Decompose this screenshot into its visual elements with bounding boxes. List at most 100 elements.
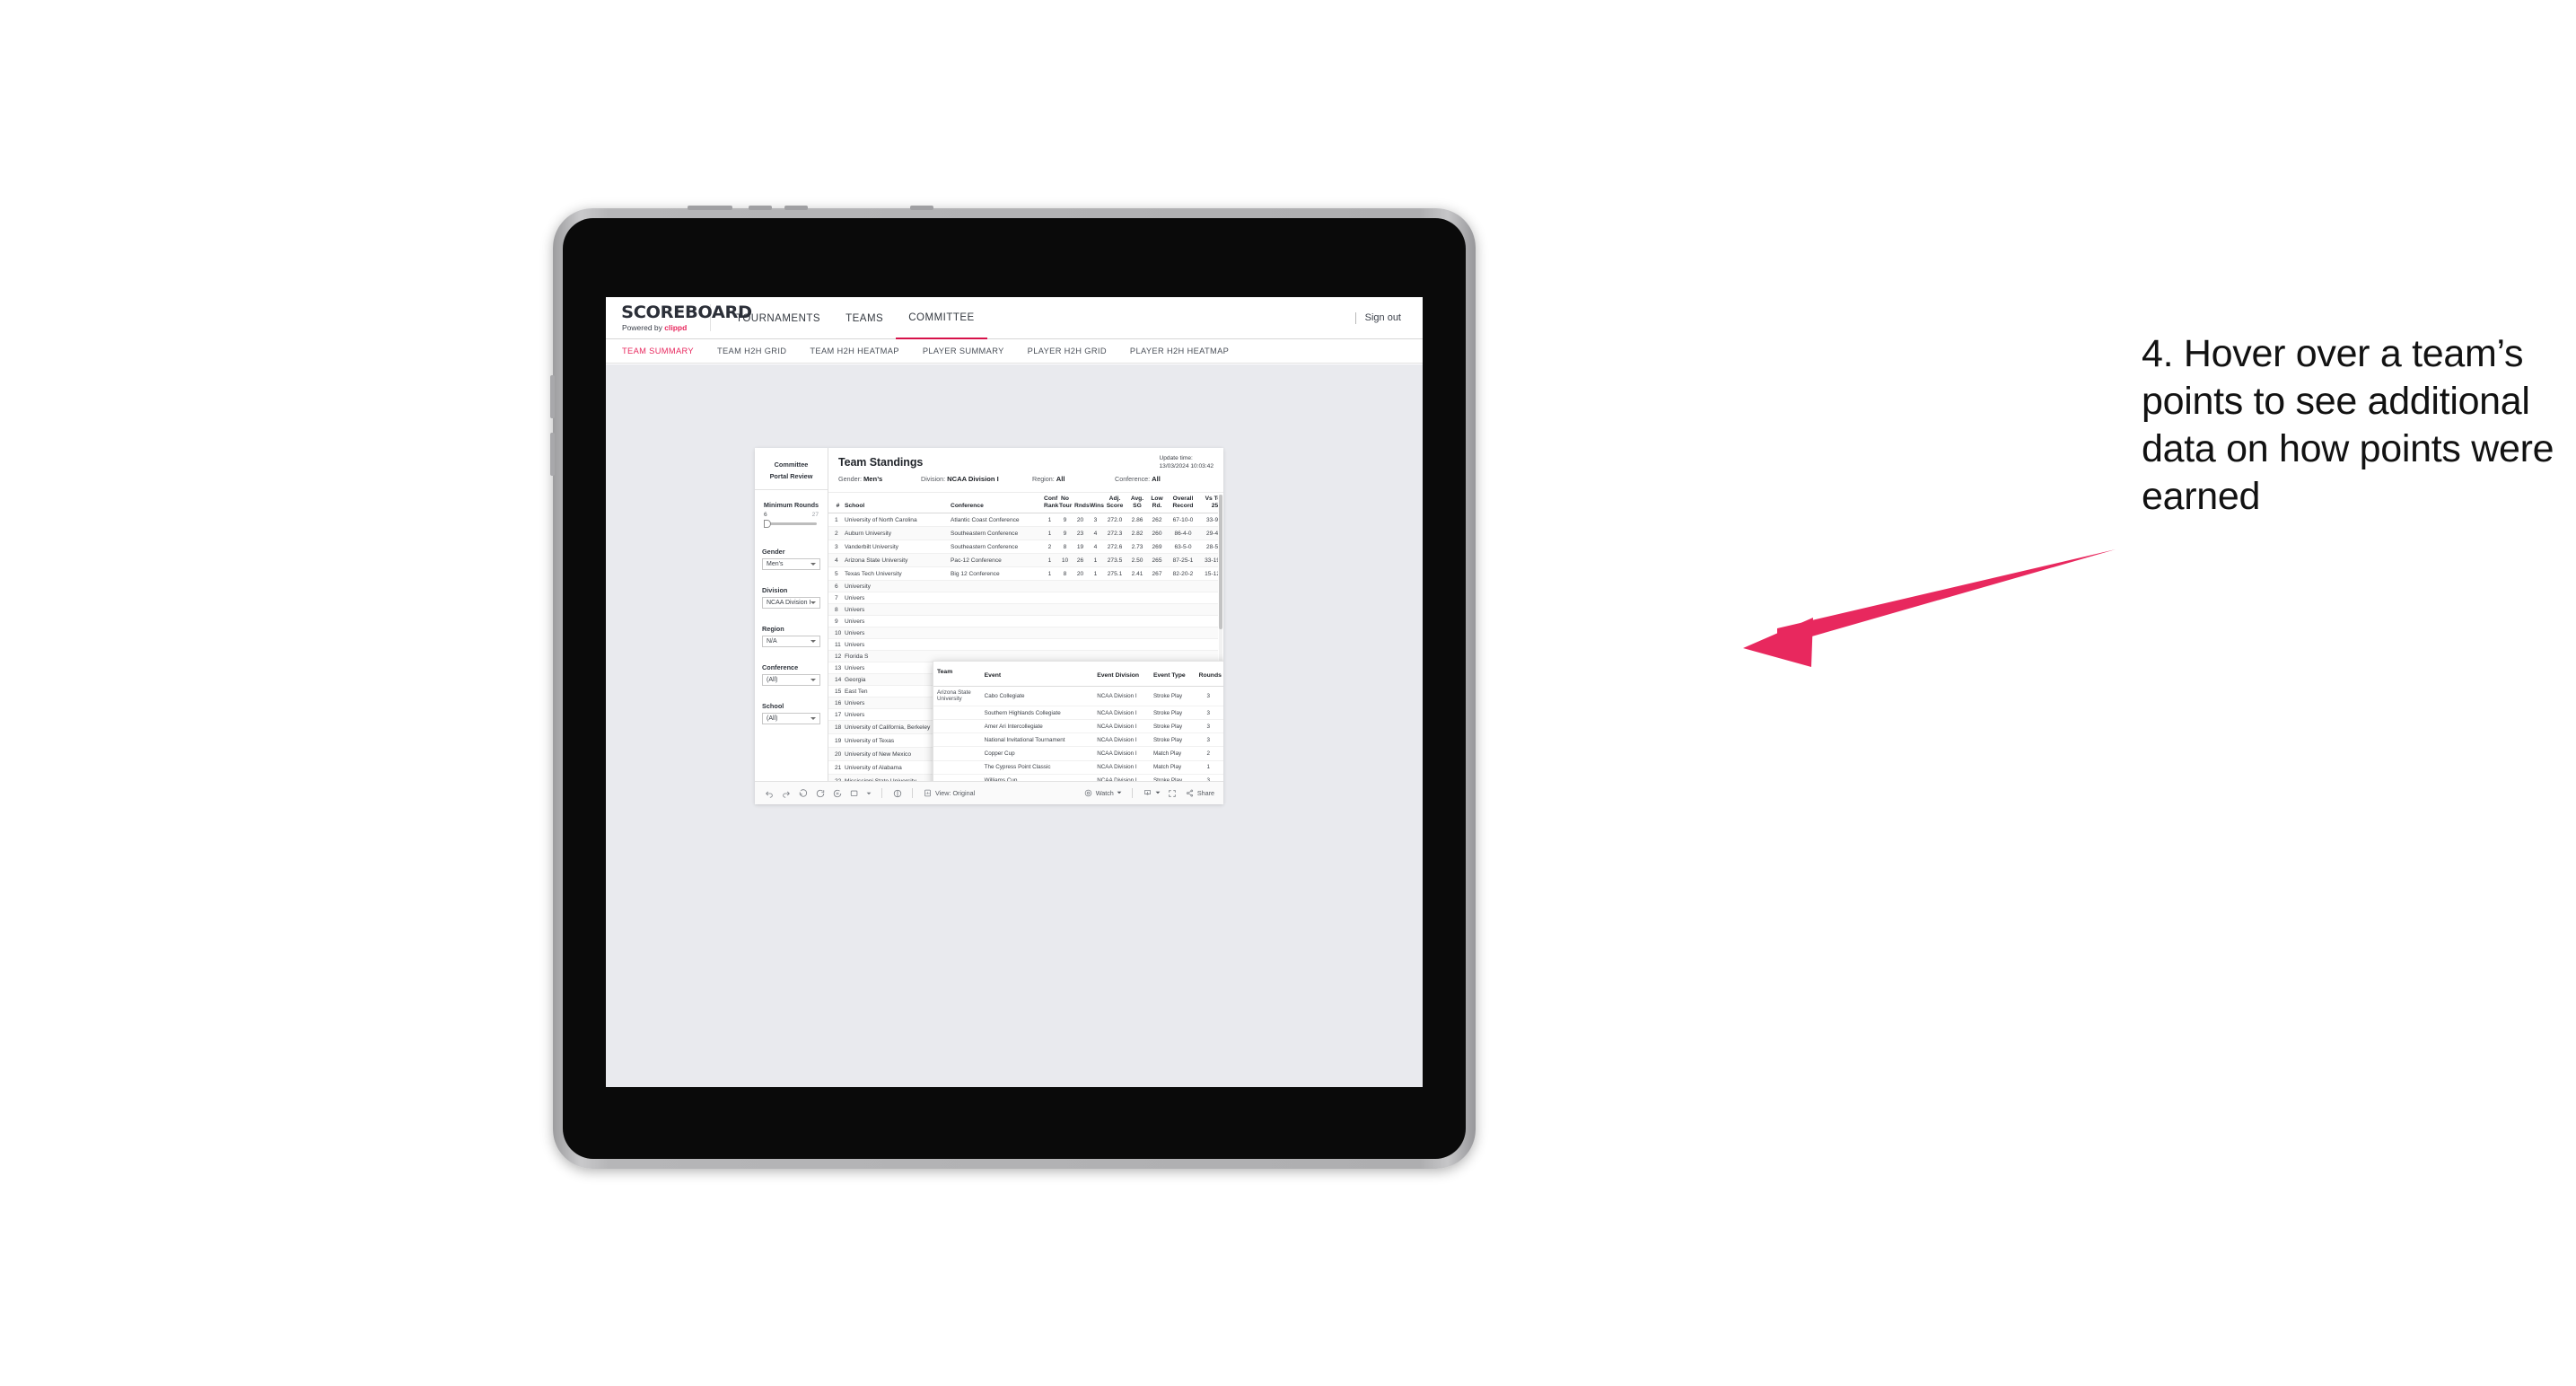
cell-rank: 6 — [828, 580, 843, 593]
cell-vs-top-25 — [1200, 615, 1218, 628]
cell-avg-sg: 2.50 — [1126, 553, 1148, 568]
table-row[interactable]: 11 Univers — [828, 638, 1218, 652]
dropdown-caret-icon[interactable] — [866, 788, 872, 798]
tooltip-team — [933, 732, 981, 748]
annotation-arrow — [1743, 549, 2116, 667]
table-row[interactable]: 6 University — [828, 580, 1218, 593]
cell-conf-rank — [1042, 592, 1057, 605]
tab-team-summary[interactable]: TEAM SUMMARY — [622, 346, 694, 355]
cell-avg-sg — [1126, 627, 1148, 640]
app-logo[interactable]: SCOREBOARD Powered by clippd — [606, 303, 752, 332]
table-row[interactable]: 5 Texas Tech University Big 12 Conference 1… — [828, 566, 1218, 582]
tooltip-row: National Invitational Tournament NCAA Div… — [933, 732, 1223, 748]
sign-out-divider — [1354, 311, 1356, 324]
cell-conference: Big 12 Conference — [949, 566, 1042, 582]
tab-player-h2h-grid[interactable]: PLAYER H2H GRID — [1028, 346, 1107, 355]
col-wins[interactable]: Wins — [1088, 493, 1104, 514]
undo-icon[interactable] — [764, 788, 774, 798]
filter-conference-select[interactable]: (All) — [762, 674, 820, 686]
table-row[interactable]: 4 Arizona State University Pac-12 Conferen… — [828, 553, 1218, 568]
col-avg-sg[interactable]: Avg. SG — [1126, 493, 1148, 514]
view-original-label: View: Original — [935, 789, 976, 797]
col-school[interactable]: School — [843, 493, 949, 514]
tab-team-h2h-heatmap[interactable]: TEAM H2H HEATMAP — [810, 346, 898, 355]
cell-adj-score: 272.3 — [1103, 526, 1126, 541]
filter-gender: Gender Men’s — [762, 548, 820, 570]
watch-button[interactable]: Watch — [1083, 788, 1122, 798]
cell-overall-record — [1166, 627, 1200, 640]
table-row[interactable]: 10 Univers — [828, 627, 1218, 640]
tooltip-rounds: 3 — [1195, 706, 1221, 721]
filter-region-select[interactable]: N/A — [762, 636, 820, 647]
tt-col-rounds: Rounds — [1195, 665, 1222, 687]
cell-rank: 4 — [828, 553, 843, 568]
col-no-tour[interactable]: No Tour — [1057, 493, 1073, 514]
table-row[interactable]: 1 University of North Carolina Atlantic Co… — [828, 513, 1218, 528]
fullscreen-icon[interactable] — [1168, 788, 1178, 798]
sign-out-area: Sign out — [1354, 311, 1423, 324]
toolbar-divider-3 — [1131, 788, 1133, 798]
col-overall-record[interactable]: Overall Record — [1166, 493, 1200, 514]
cell-rnds — [1073, 603, 1088, 617]
col-rnds[interactable]: Rnds — [1073, 493, 1090, 514]
tab-player-summary[interactable]: PLAYER SUMMARY — [923, 346, 1004, 355]
refresh-icon[interactable] — [815, 788, 825, 798]
redo-icon[interactable] — [781, 788, 791, 798]
min-rounds-slider[interactable] — [762, 520, 820, 528]
cell-school: Univers — [843, 615, 949, 628]
cell-wins: 4 — [1088, 539, 1103, 555]
table-row[interactable]: 8 Univers — [828, 603, 1218, 617]
tab-team-h2h-grid[interactable]: TEAM H2H GRID — [717, 346, 786, 355]
tooltip-rank-impact: + 0 — [1220, 760, 1223, 775]
filter-school: School (All) — [762, 702, 820, 724]
scrollbar-thumb[interactable] — [1219, 495, 1222, 629]
nav-item-teams[interactable]: TEAMS — [833, 297, 896, 339]
cell-overall-record — [1166, 615, 1200, 628]
download-button[interactable] — [1143, 788, 1161, 798]
slider-handle[interactable] — [764, 520, 771, 528]
pause-auto-update-icon[interactable] — [832, 788, 842, 798]
cell-no-tour — [1057, 603, 1073, 617]
tab-player-h2h-heatmap[interactable]: PLAYER H2H HEATMAP — [1130, 346, 1229, 355]
filter-school-label: School — [762, 702, 784, 710]
device-button-top-3 — [784, 206, 808, 210]
slider-track — [766, 522, 817, 525]
sign-out-link[interactable]: Sign out — [1365, 312, 1401, 323]
cell-overall-record: 87-25-1 — [1166, 553, 1200, 568]
table-header-row: # School Conference Conf Rank No Tour Rnds… — [828, 493, 1218, 514]
view-original-icon[interactable] — [849, 788, 859, 798]
revert-icon[interactable] — [798, 788, 808, 798]
cell-school: University of North Carolina — [843, 513, 949, 528]
share-button[interactable]: Share — [1185, 788, 1214, 798]
cell-wins: 1 — [1088, 566, 1103, 582]
cell-vs-top-25 — [1200, 592, 1218, 605]
tooltip-team — [933, 774, 981, 781]
col-adj-score[interactable]: Adj. Score — [1103, 493, 1126, 514]
watch-icon — [1083, 788, 1093, 798]
filter-division-select[interactable]: NCAA Division I — [762, 597, 820, 609]
col-vs-top-25[interactable]: Vs Top25 — [1200, 493, 1218, 514]
cell-adj-score — [1103, 627, 1126, 640]
table-row[interactable]: 7 Univers — [828, 592, 1218, 605]
tt-col-event: Event — [980, 665, 1094, 687]
col-conference[interactable]: Conference — [949, 493, 1042, 514]
nav-item-committee[interactable]: COMMITTEE — [896, 297, 987, 339]
cell-rank: 15 — [828, 685, 843, 698]
col-conf-rank[interactable]: Conf Rank — [1042, 493, 1058, 514]
cell-avg-sg — [1126, 580, 1148, 593]
tooltip-header-row: Team Event Event Division Event Type Rou… — [933, 665, 1223, 687]
filter-gender-select[interactable]: Men’s — [762, 558, 820, 570]
device-button-side-2 — [550, 433, 555, 476]
cell-avg-sg: 2.41 — [1126, 566, 1148, 582]
col-low-rd[interactable]: Low Rd. — [1148, 493, 1166, 514]
filter-school-select[interactable]: (All) — [762, 713, 820, 724]
table-row[interactable]: 9 Univers — [828, 615, 1218, 628]
table-row[interactable]: 2 Auburn University Southeastern Conferenc… — [828, 526, 1218, 541]
col-rank[interactable]: # — [828, 493, 843, 514]
clear-sheet-icon[interactable] — [892, 788, 902, 798]
table-row[interactable]: 3 Vanderbilt University Southeastern Confe… — [828, 539, 1218, 555]
tooltip-rounds: 3 — [1195, 686, 1221, 706]
cell-rank: 17 — [828, 708, 843, 722]
filter-gender-value: Men’s — [767, 561, 784, 567]
view-original-button[interactable]: View: Original — [923, 788, 975, 798]
